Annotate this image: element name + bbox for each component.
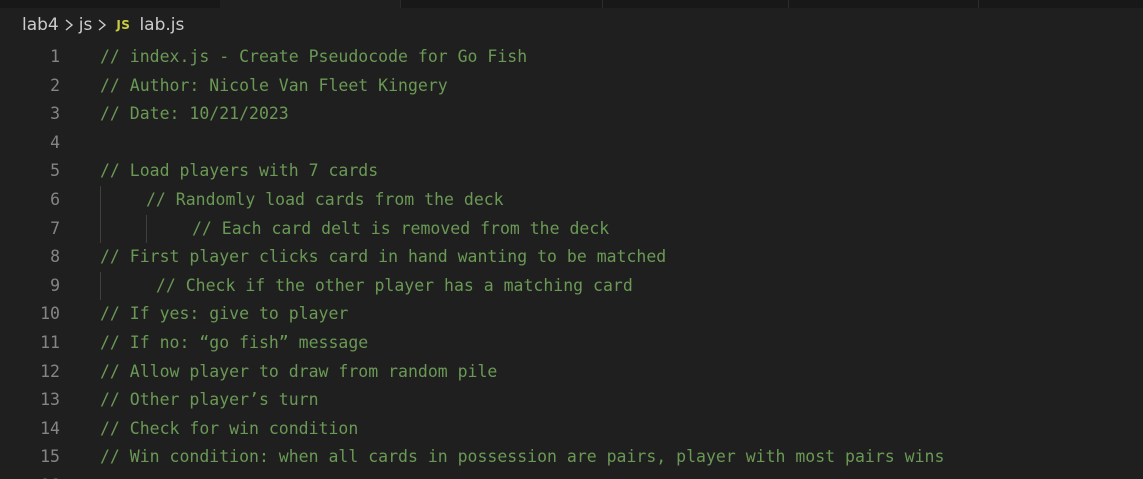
tab-strip bbox=[0, 0, 1143, 8]
line-number: 4 bbox=[50, 132, 60, 152]
comment-text: // Load players with 7 cards bbox=[100, 161, 379, 181]
line-number: 5 bbox=[50, 161, 60, 181]
line-number: 13 bbox=[40, 390, 60, 410]
comment-text: // index.js - Create Pseudocode for Go F… bbox=[100, 47, 528, 66]
comment-text: // Check if the other player has a match… bbox=[146, 275, 633, 295]
javascript-file-icon: JS bbox=[116, 18, 131, 32]
indent-guide bbox=[146, 214, 147, 244]
comment-text: // If no: “go fish” message bbox=[100, 333, 369, 352]
code-line[interactable]: 16 bbox=[0, 472, 1143, 479]
tab-divider bbox=[400, 0, 401, 8]
breadcrumb-folder-js[interactable]: js bbox=[79, 15, 93, 35]
active-tab-remnant[interactable] bbox=[220, 0, 400, 8]
comment-text: // Check for win condition bbox=[100, 418, 359, 438]
indent-guide bbox=[100, 214, 101, 244]
breadcrumb: lab4 js JS lab.js bbox=[22, 12, 184, 38]
code-line[interactable]: 6 // Randomly load cards from the deck bbox=[0, 186, 1143, 215]
line-number: 12 bbox=[40, 361, 60, 381]
line-number: 3 bbox=[50, 104, 60, 124]
comment-text: // Author: Nicole Van Fleet Kingery bbox=[100, 75, 448, 95]
chevron-right-icon bbox=[62, 15, 76, 35]
code-line[interactable]: 13 // Other player’s turn bbox=[0, 386, 1143, 415]
line-number: 10 bbox=[40, 304, 60, 324]
tab-divider bbox=[788, 0, 789, 8]
line-number: 16 bbox=[0, 472, 60, 479]
code-line[interactable]: 14 // Check for win condition bbox=[0, 415, 1143, 444]
code-line[interactable]: 15 // Win condition: when all cards in po… bbox=[0, 443, 1143, 472]
line-number: 6 bbox=[50, 190, 60, 209]
line-number: 15 bbox=[40, 447, 60, 467]
code-line[interactable]: 9 // Check if the other player has a mat… bbox=[0, 271, 1143, 301]
line-number: 8 bbox=[50, 247, 60, 267]
editor-text-area[interactable]: 1 // index.js - Create Pseudocode for Go … bbox=[0, 42, 1143, 479]
comment-text: // Randomly load cards from the deck bbox=[146, 190, 504, 209]
code-line[interactable]: 12 // Allow player to draw from random pi… bbox=[0, 358, 1143, 387]
comment-text: // Other player’s turn bbox=[100, 390, 319, 410]
comment-text: // First player clicks card in hand want… bbox=[100, 247, 667, 267]
comment-text: // If yes: give to player bbox=[100, 304, 349, 324]
code-line[interactable]: 1 // index.js - Create Pseudocode for Go … bbox=[0, 43, 1143, 72]
breadcrumb-folder-lab4[interactable]: lab4 bbox=[22, 15, 59, 35]
indent-guide bbox=[100, 271, 101, 301]
line-number: 7 bbox=[50, 218, 60, 238]
code-editor-window: lab4 js JS lab.js 1 // index.js - Create … bbox=[0, 0, 1143, 479]
code-line[interactable]: 5 // Load players with 7 cards bbox=[0, 157, 1143, 186]
indent-guide bbox=[100, 186, 101, 215]
line-number: 9 bbox=[50, 275, 60, 295]
line-number: 1 bbox=[50, 47, 60, 66]
tab-divider bbox=[602, 0, 603, 8]
code-line[interactable]: 3 // Date: 10/21/2023 bbox=[0, 100, 1143, 129]
tab-divider bbox=[978, 0, 979, 8]
breadcrumb-file[interactable]: lab.js bbox=[139, 15, 184, 35]
chevron-right-icon bbox=[95, 15, 109, 35]
code-line[interactable]: 7 // Each card delt is removed from the d… bbox=[0, 214, 1143, 244]
code-line[interactable]: 2 // Author: Nicole Van Fleet Kingery bbox=[0, 72, 1143, 101]
code-line[interactable]: 8 // First player clicks card in hand wan… bbox=[0, 243, 1143, 272]
line-number: 14 bbox=[40, 418, 60, 438]
comment-text: // Each card delt is removed from the de… bbox=[192, 218, 610, 238]
code-line[interactable]: 11 // If no: “go fish” message bbox=[0, 329, 1143, 358]
comment-text: // Win condition: when all cards in poss… bbox=[100, 447, 945, 467]
line-number: 2 bbox=[50, 75, 60, 95]
line-number: 11 bbox=[40, 333, 60, 352]
code-line[interactable]: 4 bbox=[0, 129, 1143, 158]
comment-text: // Allow player to draw from random pile bbox=[100, 361, 498, 381]
comment-text: // Date: 10/21/2023 bbox=[100, 104, 289, 124]
code-line[interactable]: 10 // If yes: give to player bbox=[0, 300, 1143, 329]
